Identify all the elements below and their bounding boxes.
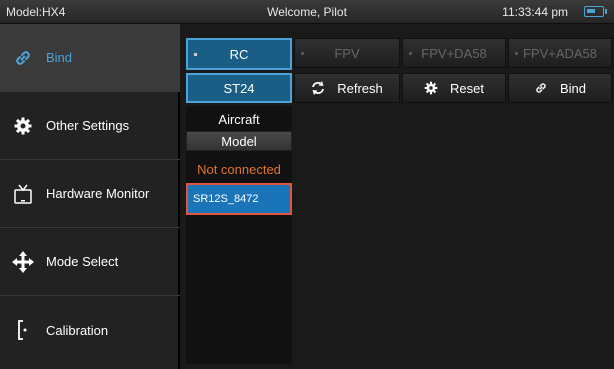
gear-icon	[12, 115, 34, 137]
protocol-button[interactable]: ST24	[186, 73, 292, 103]
bind-button[interactable]: Bind	[508, 73, 612, 103]
indicator-dot	[515, 52, 518, 55]
link-icon	[12, 47, 34, 69]
monitor-icon	[12, 183, 34, 205]
refresh-button[interactable]: Refresh	[294, 73, 400, 103]
tab-fpv-da58[interactable]: FPV+DA58	[402, 38, 506, 68]
sidebar-item-calibration[interactable]: Calibration	[0, 296, 180, 364]
indicator-dot	[194, 53, 197, 56]
status-bar: Model:HX4 Welcome, Pilot 11:33:44 pm	[0, 0, 614, 24]
sidebar-item-mode-select[interactable]: Mode Select	[0, 228, 180, 296]
sidebar-item-hardware-monitor[interactable]: Hardware Monitor	[0, 160, 180, 228]
sidebar-item-other-settings[interactable]: Other Settings	[0, 92, 180, 160]
protocol-label: ST24	[223, 80, 255, 96]
receiver-item[interactable]: SR12S_8472	[186, 183, 292, 215]
indicator-dot	[301, 52, 304, 55]
tab-label: RC	[229, 46, 249, 62]
tab-label: FPV+DA58	[421, 45, 487, 61]
sidebar-item-label: Mode Select	[46, 254, 119, 269]
move-arrows-icon	[12, 250, 34, 273]
link-icon	[534, 81, 548, 95]
bind-label: Bind	[559, 80, 587, 96]
sidebar-item-label: Other Settings	[46, 118, 130, 133]
bind-panel: RC FPV FPV+DA58 FPV+ADA58 ST24 Refresh R…	[182, 24, 614, 369]
sidebar: Bind Other Settings Hardware Monitor Mod…	[0, 24, 180, 369]
receiver-label: SR12S_8472	[193, 193, 259, 205]
list-header: Aircraft	[218, 112, 260, 127]
tab-fpv[interactable]: FPV	[294, 38, 400, 68]
sidebar-item-label: Hardware Monitor	[46, 186, 150, 201]
refresh-label: Refresh	[337, 80, 383, 96]
sidebar-item-label: Calibration	[46, 322, 109, 338]
calibration-icon	[12, 319, 34, 341]
gear-icon	[424, 81, 438, 95]
refresh-icon	[311, 81, 325, 95]
clock: 11:33:44 pm	[502, 5, 568, 19]
connection-status: Not connected	[197, 162, 281, 177]
tab-fpv-ada58[interactable]: FPV+ADA58	[508, 38, 612, 68]
tab-label: FPV	[334, 45, 360, 61]
sidebar-item-bind[interactable]: Bind	[0, 24, 180, 92]
reset-label: Reset	[450, 80, 484, 96]
model-button[interactable]: Model	[186, 131, 292, 151]
tab-label: FPV+ADA58	[522, 45, 598, 61]
indicator-dot	[409, 52, 412, 55]
battery-icon	[584, 6, 607, 17]
reset-button[interactable]: Reset	[402, 73, 506, 103]
sidebar-item-label: Bind	[46, 50, 73, 65]
tab-rc[interactable]: RC	[186, 38, 292, 70]
